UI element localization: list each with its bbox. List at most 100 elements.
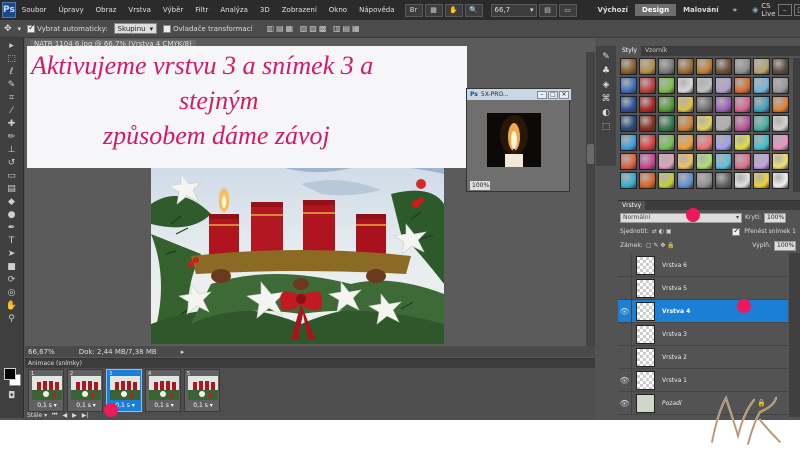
style-swatch[interactable] (677, 115, 694, 132)
style-swatch[interactable] (677, 96, 694, 113)
quick-select-tool-icon[interactable]: ✎ (4, 79, 20, 91)
zoom-level-field[interactable]: 66,7 ▾ (490, 3, 537, 17)
layer-row[interactable]: Vrstva 5 (618, 276, 788, 300)
style-swatch[interactable] (639, 172, 656, 189)
menu-item-3[interactable]: Vrstva (122, 6, 157, 14)
cs-live-menu[interactable]: ◉ CS Live (752, 2, 775, 18)
propagate-frame-checkbox[interactable]: Přenést snímek 1 (732, 226, 796, 236)
style-swatch[interactable] (639, 58, 656, 75)
style-swatch[interactable] (658, 58, 675, 75)
style-swatch[interactable] (753, 115, 770, 132)
minibridge-button[interactable]: ▦ (424, 3, 443, 17)
style-swatch[interactable] (715, 134, 732, 151)
zoom-tool-icon[interactable]: ⚲ (4, 313, 20, 325)
unify-icons[interactable]: ⇄ ◐ ▣ (652, 228, 672, 235)
style-swatch[interactable] (696, 134, 713, 151)
style-swatch[interactable] (715, 58, 732, 75)
workspace-more-button[interactable]: » (726, 4, 745, 16)
tool-preset-dropdown[interactable]: ▾ (18, 25, 22, 33)
style-swatch[interactable] (772, 77, 789, 94)
play-icon[interactable]: ▶ (72, 412, 77, 419)
layer-row[interactable]: Vrstva 2 (618, 345, 788, 369)
blur-tool-icon[interactable]: ◆ (4, 196, 20, 208)
arrange-docs-button[interactable]: ▤ (538, 3, 557, 17)
frame-delay[interactable]: 0,1 s ▾ (146, 402, 182, 409)
frame-delay[interactable]: 0,1 s ▾ (185, 402, 221, 409)
style-swatch[interactable] (677, 134, 694, 151)
style-swatch[interactable] (753, 58, 770, 75)
transform-controls-checkbox[interactable]: Ovladače transformací (163, 24, 253, 33)
style-swatch[interactable] (677, 58, 694, 75)
preview-zoom-field[interactable]: 100% (470, 181, 490, 190)
workspace-default[interactable]: Výchozí (591, 4, 635, 16)
tab-swatches[interactable]: Vzorník (641, 46, 671, 56)
style-swatch[interactable] (677, 153, 694, 170)
prev-frame-icon[interactable]: ◀ (63, 412, 68, 419)
menu-item-9[interactable]: Okno (323, 6, 353, 14)
visibility-eye-icon[interactable] (618, 345, 632, 369)
align-buttons[interactable]: ▥▤▦ ▧▨▩ ▥▤▦ (267, 24, 362, 33)
style-swatch[interactable] (753, 153, 770, 170)
tab-styles[interactable]: Styly (618, 46, 641, 56)
style-swatch[interactable] (620, 153, 637, 170)
visibility-eye-icon[interactable]: 👁 (618, 299, 632, 323)
history-brush-tool-icon[interactable]: ↺ (4, 157, 20, 169)
style-swatch[interactable] (696, 96, 713, 113)
style-swatch[interactable] (772, 115, 789, 132)
style-swatch[interactable] (696, 77, 713, 94)
3d-rotate-tool-icon[interactable]: ⟳ (4, 274, 20, 286)
menu-item-5[interactable]: Filtr (189, 6, 214, 14)
style-swatch[interactable] (620, 58, 637, 75)
visibility-eye-icon[interactable] (618, 322, 632, 346)
style-swatch[interactable] (639, 77, 656, 94)
style-swatch[interactable] (658, 153, 675, 170)
menu-item-7[interactable]: 3D (254, 6, 276, 14)
frame-delay[interactable]: 0,1 s ▾ (68, 402, 104, 409)
layer-row[interactable]: 👁 Vrstva 1 (618, 368, 788, 392)
hand-tool-icon[interactable]: ✋ (4, 300, 20, 312)
blend-mode-select[interactable]: Normální ▾ (620, 212, 742, 223)
style-swatch[interactable] (753, 77, 770, 94)
first-frame-icon[interactable]: ⏮ (52, 411, 57, 419)
visibility-eye-icon[interactable]: 👁 (618, 391, 632, 415)
move-tool-icon[interactable]: ▸ (4, 40, 20, 52)
style-swatch[interactable] (677, 77, 694, 94)
clone-source-icon[interactable]: ♣ (602, 66, 610, 76)
style-swatch[interactable] (772, 172, 789, 189)
style-swatch[interactable] (620, 96, 637, 113)
tab-layers[interactable]: Vrstvy (618, 201, 646, 210)
style-swatch[interactable] (734, 58, 751, 75)
marquee-tool-icon[interactable]: ⬚ (4, 53, 20, 65)
transform-icon[interactable]: ⬚ (602, 122, 611, 132)
animation-frame[interactable]: 5 0,1 s ▾ (184, 369, 220, 412)
style-swatch[interactable] (677, 172, 694, 189)
menu-item-0[interactable]: Soubor (16, 6, 53, 14)
foreground-color-swatch[interactable] (4, 368, 16, 380)
status-arrow-icon[interactable]: ▸ (181, 348, 185, 356)
menu-item-8[interactable]: Zobrazení (276, 6, 323, 14)
style-swatch[interactable] (772, 134, 789, 151)
style-swatch[interactable] (639, 96, 656, 113)
style-swatch[interactable] (772, 153, 789, 170)
preview-minimize-button[interactable]: – (537, 90, 547, 99)
style-swatch[interactable] (753, 134, 770, 151)
lasso-tool-icon[interactable]: ℓ (4, 66, 20, 78)
quick-mask-icon[interactable]: ◘ (4, 390, 20, 402)
preview-maximize-button[interactable]: □ (548, 90, 558, 99)
preview-close-button[interactable]: ✕ (559, 90, 569, 99)
style-swatch[interactable] (639, 153, 656, 170)
style-swatch[interactable] (658, 115, 675, 132)
shape-tool-icon[interactable]: ■ (4, 261, 20, 273)
adjustments-icon[interactable]: ◐ (602, 108, 610, 118)
type-tool-icon[interactable]: T (4, 235, 20, 247)
visibility-eye-icon[interactable] (618, 253, 632, 277)
menu-item-2[interactable]: Obraz (90, 6, 123, 14)
visibility-eye-icon[interactable] (618, 276, 632, 300)
style-swatch[interactable] (734, 96, 751, 113)
style-swatch[interactable] (715, 77, 732, 94)
document-canvas[interactable] (151, 164, 444, 344)
menu-item-10[interactable]: Nápověda (353, 6, 400, 14)
3d-orbit-tool-icon[interactable]: ◎ (4, 287, 20, 299)
style-swatch[interactable] (658, 77, 675, 94)
style-swatch[interactable] (772, 58, 789, 75)
